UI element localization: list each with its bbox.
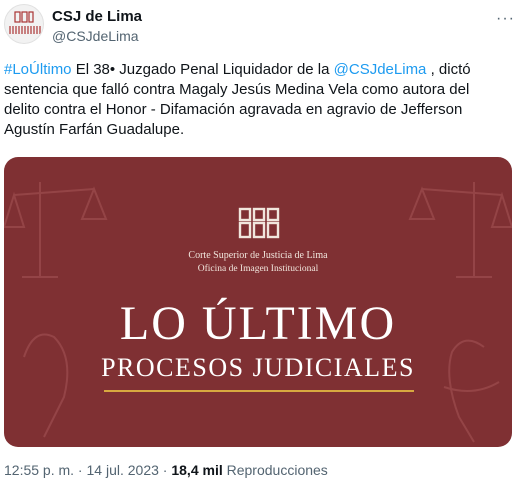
mention-link[interactable]: @CSJdeLima — [334, 61, 427, 78]
tweet-text: #LoÚltimo El 38• Juzgado Penal Liquidado… — [4, 60, 504, 140]
gold-underline — [104, 390, 414, 392]
views-label: Reproducciones — [222, 462, 328, 478]
views-count: 18,4 mil — [171, 462, 223, 478]
institution-line-1: Corte Superior de Justicia de Lima — [188, 250, 328, 261]
tweet-meta: 12:55 p. m. · 14 jul. 2023 · 18,4 mil Re… — [4, 462, 328, 478]
tweet-time[interactable]: 12:55 p. m. — [4, 462, 74, 478]
tweet-text-part-a: El 38• Juzgado Penal Liquidador de la — [71, 61, 334, 78]
more-options-icon[interactable]: ··· — [496, 10, 515, 28]
hashtag-link[interactable]: #LoÚltimo — [4, 61, 72, 78]
card-subheadline: PROCESOS JUDICIALES — [101, 353, 415, 382]
display-name[interactable]: CSJ de Lima — [52, 8, 142, 25]
avatar-logo-text — [9, 26, 41, 34]
handle[interactable]: @CSJdeLima — [52, 28, 139, 44]
media-image[interactable]: Corte Superior de Justicia de Lima Ofici… — [4, 157, 512, 447]
avatar[interactable] — [4, 4, 44, 44]
tweet-date[interactable]: 14 jul. 2023 — [87, 462, 159, 478]
tweet: CSJ de Lima @CSJdeLima ··· #LoÚltimo El … — [0, 0, 531, 487]
card-headline: LO ÚLTIMO — [119, 297, 397, 350]
institution-line-2: Oficina de Imagen Institucional — [197, 264, 319, 274]
csj-logo-icon — [14, 11, 34, 23]
meta-separator: · — [74, 462, 87, 478]
tweet-header: CSJ de Lima @CSJdeLima ··· — [4, 4, 527, 46]
meta-separator-2: · — [158, 462, 172, 478]
